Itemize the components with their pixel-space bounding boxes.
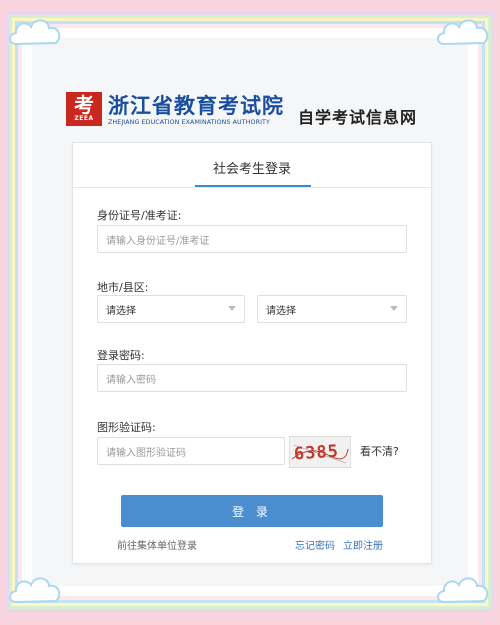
password-label: 登录密码: (97, 349, 145, 362)
captcha-refresh-link[interactable]: 看不清? (360, 443, 399, 459)
captcha-image[interactable]: 6385 (289, 436, 351, 468)
captcha-input-placeholder: 请输入图形验证码 (106, 447, 186, 459)
id-label: 身份证号/准考证: (97, 209, 182, 222)
group-login-link[interactable]: 前往集体单位登录 (117, 537, 197, 552)
org-name: 浙江省教育考试院 (108, 93, 284, 118)
id-input[interactable]: 请输入身份证号/准考证 (97, 225, 407, 253)
chevron-down-icon (228, 306, 236, 311)
logo-mark: 考 (74, 93, 94, 117)
region-label: 地市/县区: (97, 281, 149, 294)
login-card: 社会考生登录 身份证号/准考证: 请输入身份证号/准考证 地市/县区: 请选择 … (72, 142, 432, 564)
city-select[interactable]: 请选择 (97, 295, 245, 323)
chevron-down-icon (390, 306, 398, 311)
active-tab-indicator (195, 185, 311, 187)
register-link[interactable]: 立即注册 (343, 537, 383, 552)
captcha-code: 6385 (293, 441, 340, 465)
cloud-top-right-icon (437, 19, 489, 46)
site-name: 自学考试信息网 (298, 108, 418, 127)
zeea-logo: 考 ZEEA (66, 92, 102, 126)
login-tab-bar: 社会考生登录 (73, 143, 431, 188)
forgot-password-link[interactable]: 忘记密码 (295, 537, 335, 552)
logo-abbr: ZEEA (74, 115, 94, 122)
site-header: 考 ZEEA 浙江省教育考试院 ZHEJIANG EDUCATION EXAMI… (66, 92, 446, 132)
password-input[interactable]: 请输入密码 (97, 364, 407, 392)
captcha-input[interactable]: 请输入图形验证码 (97, 437, 285, 465)
cloud-bottom-right-icon (437, 577, 489, 604)
county-select-value: 请选择 (266, 305, 296, 317)
id-input-placeholder: 请输入身份证号/准考证 (106, 235, 210, 247)
login-title[interactable]: 社会考生登录 (213, 158, 291, 177)
cloud-bottom-left-icon (9, 577, 61, 604)
org-name-en: ZHEJIANG EDUCATION EXAMINATIONS AUTHORIT… (108, 119, 270, 126)
login-button[interactable]: 登 录 (121, 495, 383, 527)
city-select-value: 请选择 (106, 305, 136, 317)
captcha-label: 图形验证码: (97, 421, 156, 434)
cloud-top-left-icon (9, 19, 61, 46)
county-select[interactable]: 请选择 (257, 295, 407, 323)
password-input-placeholder: 请输入密码 (106, 374, 156, 386)
